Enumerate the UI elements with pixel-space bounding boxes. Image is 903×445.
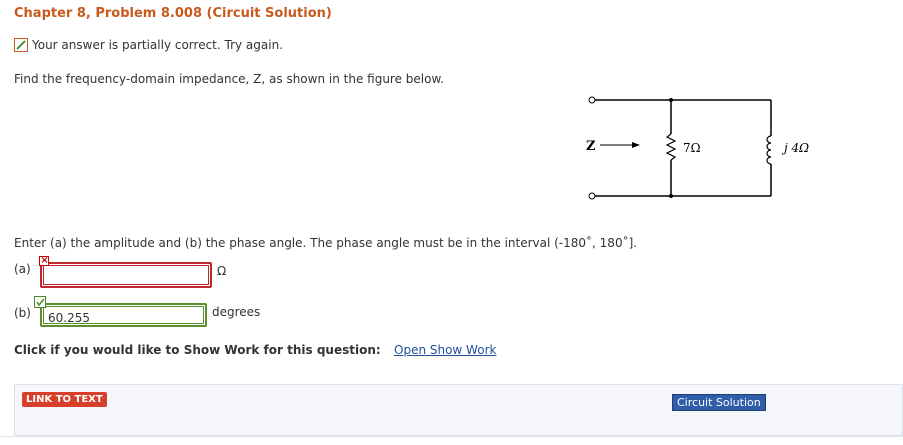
footer-bar <box>14 384 903 436</box>
show-work-prompt: Click if you would like to Show Work for… <box>14 343 381 357</box>
bottom-terminal <box>588 192 596 200</box>
answer-a-input[interactable] <box>43 265 209 285</box>
answer-instructions: Enter (a) the amplitude and (b) the phas… <box>14 236 638 250</box>
arrow-icon <box>632 142 640 148</box>
answer-b-field <box>40 303 207 327</box>
answer-a-unit: Ω <box>217 264 227 278</box>
inductor-label: j 4Ω <box>781 141 809 155</box>
answer-b-label: (b) <box>14 306 31 320</box>
status-message: Your answer is partially correct. Try ag… <box>32 38 284 52</box>
top-terminal <box>588 96 596 104</box>
page-title: Chapter 8, Problem 8.008 (Circuit Soluti… <box>14 6 332 21</box>
open-show-work-link[interactable]: Open Show Work <box>394 343 496 357</box>
answer-b-unit: degrees <box>212 305 261 319</box>
resistor-label: 7Ω <box>683 141 701 155</box>
inductor-symbol <box>766 135 772 165</box>
answer-a-field <box>40 262 212 288</box>
circuit-diagram: Z 7Ω j 4Ω <box>586 96 809 200</box>
bottom-divider <box>0 436 903 437</box>
circuit-solution-button[interactable]: Circuit Solution <box>672 394 766 411</box>
answer-a-label: (a) <box>14 262 31 276</box>
z-label: Z <box>586 139 596 154</box>
resistor-symbol <box>665 133 677 161</box>
incorrect-icon: × <box>39 255 49 266</box>
correct-check-icon <box>34 296 46 308</box>
answer-status: Your answer is partially correct. Try ag… <box>14 38 283 52</box>
link-to-text-button[interactable]: LINK TO TEXT <box>22 392 107 407</box>
pencil-icon <box>14 38 28 52</box>
answer-b-input[interactable] <box>43 306 204 324</box>
question-prompt: Find the frequency-domain impedance, Z, … <box>14 72 444 86</box>
